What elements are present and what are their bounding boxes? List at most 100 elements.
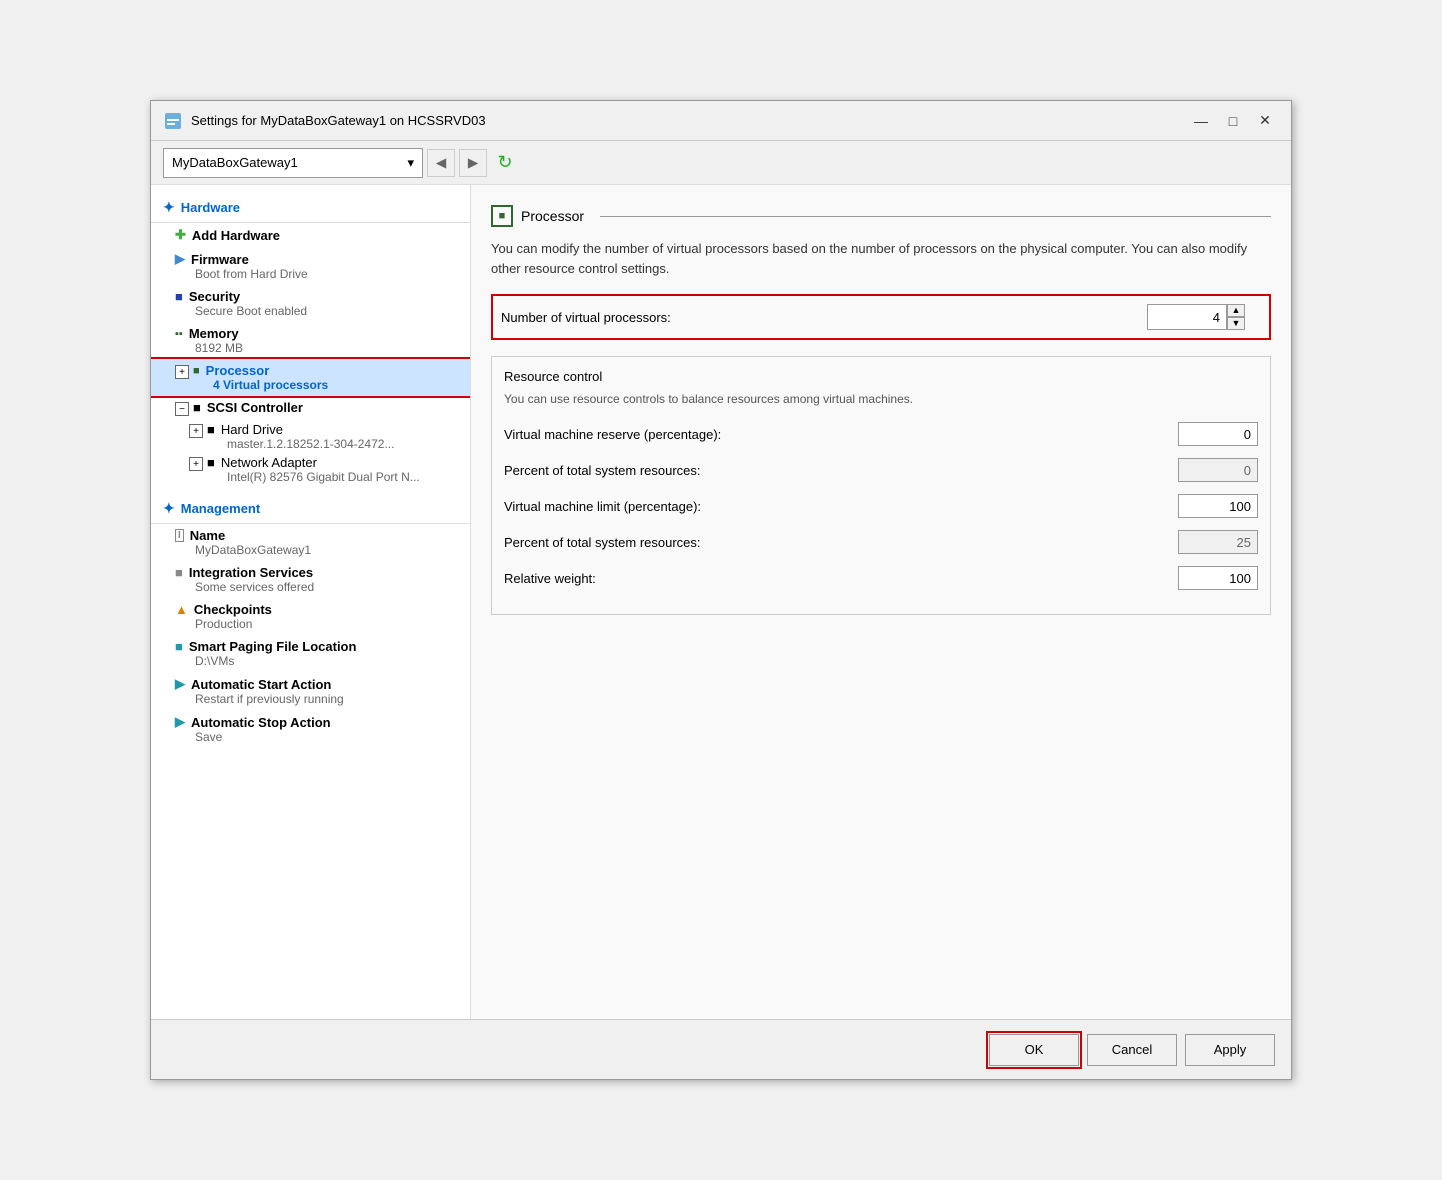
sidebar-item-autostop[interactable]: ▶ Automatic Stop Action Save (151, 710, 470, 748)
vm-name: MyDataBoxGateway1 (172, 155, 298, 170)
vp-label: Number of virtual processors: (501, 310, 671, 325)
firmware-title: ▶ Firmware (175, 251, 458, 267)
smartpaging-icon: ■ (175, 639, 183, 654)
hardware-label: Hardware (181, 200, 240, 215)
sidebar: ✦ Hardware ✚ Add Hardware ▶ Firmware Boo… (151, 185, 471, 1019)
vp-input[interactable] (1147, 304, 1227, 330)
autostop-subtitle: Save (175, 730, 458, 744)
sidebar-item-security[interactable]: ■ Security Secure Boot enabled (151, 285, 470, 322)
vp-decrement-button[interactable]: ▼ (1227, 317, 1245, 330)
sidebar-item-autostart[interactable]: ▶ Automatic Start Action Restart if prev… (151, 672, 470, 710)
close-button[interactable]: ✕ (1251, 109, 1279, 133)
network-icon: ■ (207, 455, 215, 470)
title-bar-controls: — □ ✕ (1187, 109, 1279, 133)
processor-expand-btn[interactable]: + (175, 365, 189, 379)
refresh-button[interactable]: ↻ (491, 149, 519, 177)
sidebar-item-firmware[interactable]: ▶ Firmware Boot from Hard Drive (151, 247, 470, 285)
autostart-title: ▶ Automatic Start Action (175, 676, 458, 692)
harddrive-subtitle: master.1.2.18252.1-304-2472... (207, 437, 394, 451)
resource-control-desc: You can use resource controls to balance… (504, 392, 1258, 406)
panel-description: You can modify the number of virtual pro… (491, 239, 1271, 278)
hardware-section-icon: ✦ (163, 199, 175, 216)
add-hardware-icon: ✚ (175, 227, 186, 243)
harddrive-icon: ■ (207, 422, 215, 437)
processor-icon: ■ (193, 365, 200, 377)
virtual-processors-row: Number of virtual processors: ▲ ▼ (491, 294, 1271, 340)
harddrive-expand-row: + ■ Hard Drive master.1.2.18252.1-304-24… (189, 422, 458, 451)
sidebar-item-processor[interactable]: + ■ Processor 4 Virtual processors (151, 359, 470, 396)
relative-weight-label: Relative weight: (504, 571, 1178, 586)
title-bar-left: Settings for MyDataBoxGateway1 on HCSSRV… (163, 111, 486, 131)
sidebar-item-memory[interactable]: ▪▪ Memory 8192 MB (151, 322, 470, 359)
sidebar-item-integration[interactable]: ■ Integration Services Some services off… (151, 561, 470, 598)
vm-reserve-input[interactable] (1178, 422, 1258, 446)
sidebar-item-scsi[interactable]: − ■ SCSI Controller (151, 396, 470, 420)
sidebar-item-network[interactable]: + ■ Network Adapter Intel(R) 82576 Gigab… (151, 453, 470, 486)
main-content: ✦ Hardware ✚ Add Hardware ▶ Firmware Boo… (151, 185, 1291, 1019)
refresh-icon: ↻ (497, 152, 512, 173)
vm-limit-row: Virtual machine limit (percentage): (504, 494, 1258, 518)
scsi-expand-btn[interactable]: − (175, 402, 189, 416)
vm-reserve-row: Virtual machine reserve (percentage): (504, 422, 1258, 446)
scsi-icon: ■ (193, 400, 201, 415)
vm-reserve-label: Virtual machine reserve (percentage): (504, 427, 1178, 442)
name-title: I Name (175, 528, 458, 543)
processor-section: ■ Processor You can modify the number of… (491, 205, 1271, 615)
sidebar-item-name[interactable]: I Name MyDataBoxGateway1 (151, 524, 470, 561)
sidebar-item-smartpaging[interactable]: ■ Smart Paging File Location D:\VMs (151, 635, 470, 672)
autostop-title: ▶ Automatic Stop Action (175, 714, 458, 730)
processor-expand-row: + ■ Processor 4 Virtual processors (175, 363, 458, 392)
add-hardware-title: ✚ Add Hardware (175, 227, 458, 243)
restore-button[interactable]: □ (1219, 109, 1247, 133)
processor-title: ■ Processor (193, 363, 328, 378)
panel-title-line (600, 216, 1271, 217)
window-icon (163, 111, 183, 131)
cancel-button[interactable]: Cancel (1087, 1034, 1177, 1066)
autostart-icon: ▶ (175, 676, 185, 692)
memory-subtitle: 8192 MB (175, 341, 458, 355)
harddrive-expand-btn[interactable]: + (189, 424, 203, 438)
window-title: Settings for MyDataBoxGateway1 on HCSSRV… (191, 113, 486, 128)
memory-icon: ▪▪ (175, 328, 183, 340)
vm-limit-label: Virtual machine limit (percentage): (504, 499, 1178, 514)
processor-subtitle: 4 Virtual processors (193, 378, 328, 392)
content-panel: ■ Processor You can modify the number of… (471, 185, 1291, 1019)
integration-title: ■ Integration Services (175, 565, 458, 580)
dropdown-arrow: ▾ (407, 155, 414, 171)
smartpaging-title: ■ Smart Paging File Location (175, 639, 458, 654)
autostart-subtitle: Restart if previously running (175, 692, 458, 706)
hardware-section-header: ✦ Hardware (151, 193, 470, 223)
sidebar-item-add-hardware[interactable]: ✚ Add Hardware (151, 223, 470, 247)
sidebar-item-harddrive[interactable]: + ■ Hard Drive master.1.2.18252.1-304-24… (151, 420, 470, 453)
vm-limit-input[interactable] (1178, 494, 1258, 518)
security-title: ■ Security (175, 289, 458, 304)
security-subtitle: Secure Boot enabled (175, 304, 458, 318)
minimize-button[interactable]: — (1187, 109, 1215, 133)
ok-button[interactable]: OK (989, 1034, 1079, 1066)
apply-button[interactable]: Apply (1185, 1034, 1275, 1066)
resource-control-section: Resource control You can use resource co… (491, 356, 1271, 615)
vp-input-group: ▲ ▼ (1147, 304, 1245, 330)
firmware-subtitle: Boot from Hard Drive (175, 267, 458, 281)
percent-total-2-input (1178, 530, 1258, 554)
name-subtitle: MyDataBoxGateway1 (175, 543, 458, 557)
management-label: Management (181, 501, 260, 516)
percent-total-2-row: Percent of total system resources: (504, 530, 1258, 554)
nav-forward-button[interactable]: ▶ (459, 149, 487, 177)
bottom-bar: OK Cancel Apply (151, 1019, 1291, 1079)
network-expand-btn[interactable]: + (189, 457, 203, 471)
checkpoints-title: ▲ Checkpoints (175, 602, 458, 617)
relative-weight-row: Relative weight: (504, 566, 1258, 590)
management-section-icon: ✦ (163, 500, 175, 517)
scsi-expand-row: − ■ SCSI Controller (175, 400, 458, 416)
sidebar-item-checkpoints[interactable]: ▲ Checkpoints Production (151, 598, 470, 635)
nav-back-button[interactable]: ◀ (427, 149, 455, 177)
percent-total-2-label: Percent of total system resources: (504, 535, 1178, 550)
network-subtitle: Intel(R) 82576 Gigabit Dual Port N... (207, 470, 420, 484)
processor-panel-icon: ■ (491, 205, 513, 227)
relative-weight-input[interactable] (1178, 566, 1258, 590)
title-bar: Settings for MyDataBoxGateway1 on HCSSRV… (151, 101, 1291, 141)
vp-spinner: ▲ ▼ (1227, 304, 1245, 330)
vm-dropdown[interactable]: MyDataBoxGateway1 ▾ (163, 148, 423, 178)
vp-increment-button[interactable]: ▲ (1227, 304, 1245, 317)
